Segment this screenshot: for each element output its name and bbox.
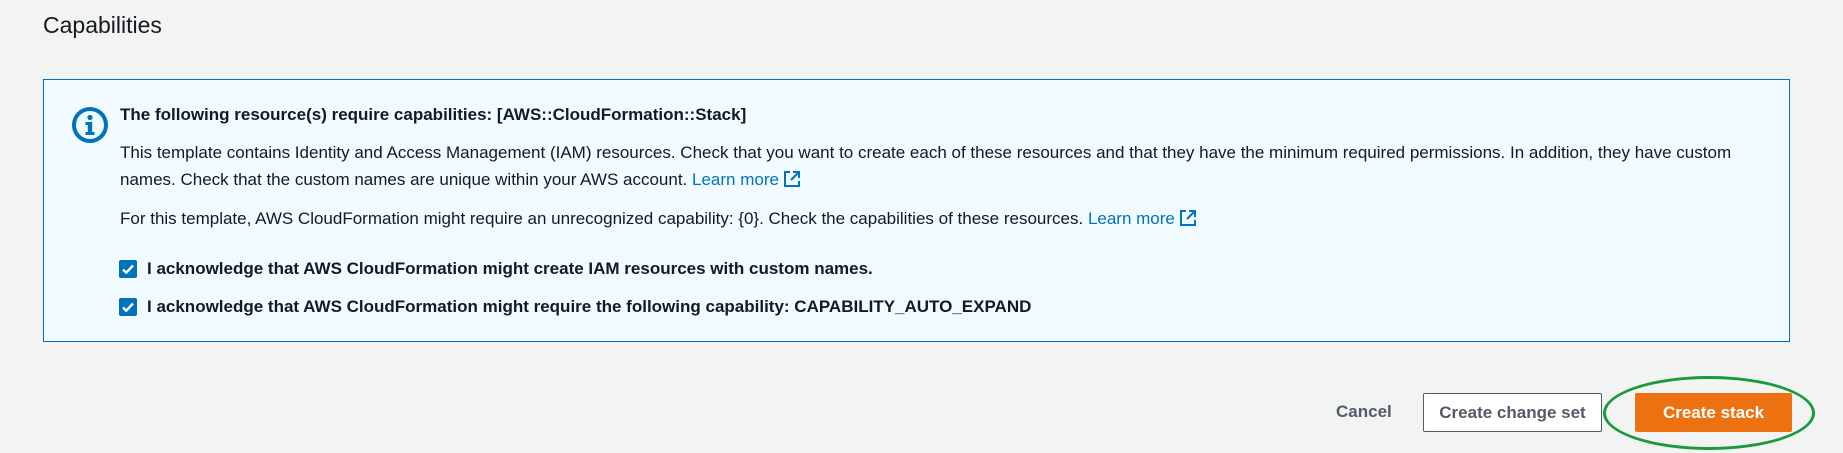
create-stack-button[interactable]: Create stack [1635,393,1792,432]
ack-auto-expand-label[interactable]: I acknowledge that AWS CloudFormation mi… [147,297,1031,317]
ack-auto-expand-row[interactable]: I acknowledge that AWS CloudFormation mi… [119,297,1031,317]
learn-more-label: Learn more [692,170,779,189]
info-icon [70,105,110,145]
cancel-button[interactable]: Cancel [1320,393,1408,431]
alert-title: The following resource(s) require capabi… [120,105,747,124]
learn-more-link[interactable]: Learn more [692,170,801,189]
alert-capability-text: For this template, AWS CloudFormation mi… [120,209,1084,228]
ack-iam-label[interactable]: I acknowledge that AWS CloudFormation mi… [147,259,873,279]
learn-more-label-2: Learn more [1087,209,1175,228]
checkmark-icon [122,302,134,313]
alert-iam-text: This template contains Identity and Acce… [120,143,1732,189]
checkmark-icon [122,264,134,275]
capabilities-info-alert: The following resource(s) require capabi… [43,79,1790,342]
learn-more-link-2[interactable]: Learn more [1088,209,1197,228]
ack-auto-expand-checkbox[interactable] [119,298,137,316]
alert-capability-description: For this template, AWS CloudFormation mi… [120,205,1760,232]
external-link-icon [1179,208,1197,226]
external-link-icon [783,169,801,187]
ack-iam-row[interactable]: I acknowledge that AWS CloudFormation mi… [119,259,873,279]
section-title: Capabilities [43,12,162,38]
ack-iam-checkbox[interactable] [119,260,137,278]
create-change-set-button[interactable]: Create change set [1423,393,1602,432]
alert-iam-description: This template contains Identity and Acce… [120,139,1760,193]
